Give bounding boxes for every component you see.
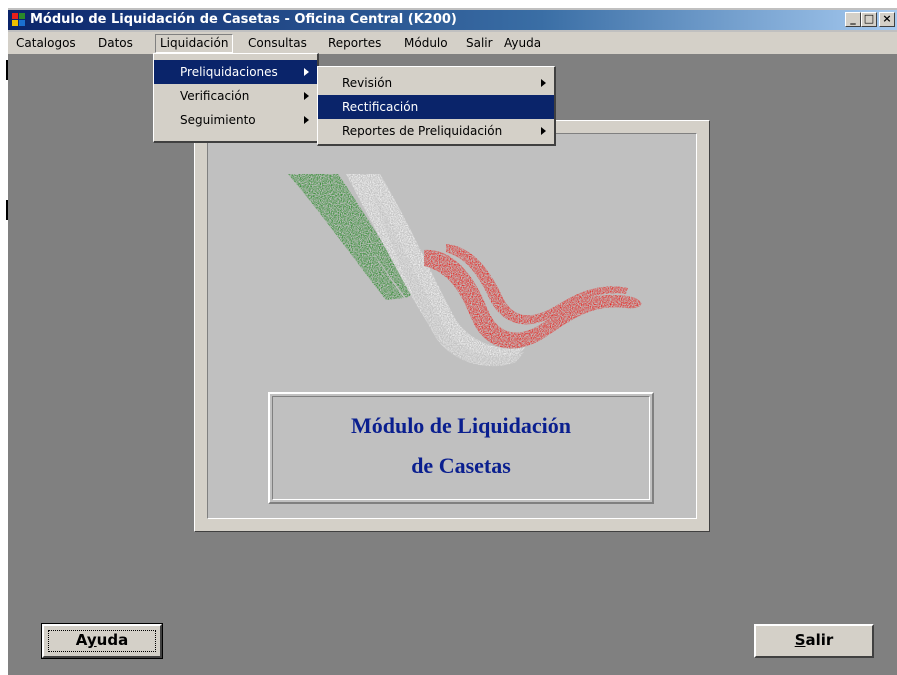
app-window: Módulo de Liquidación de Casetas - Ofici…	[8, 8, 897, 675]
menu-modulo[interactable]: Módulo	[400, 35, 452, 52]
submenu-arrow-icon	[541, 127, 546, 135]
menu-bar: Catalogos Datos Liquidación Consultas Re…	[8, 32, 897, 54]
close-button[interactable]: ×	[879, 12, 895, 27]
menu-item-label: Revisión	[342, 76, 393, 90]
splash-title-box: Módulo de Liquidación de Casetas	[268, 392, 654, 504]
menu-item-revision[interactable]: Revisión	[318, 71, 554, 95]
submenu-arrow-icon	[304, 116, 309, 124]
menu-catalogos[interactable]: Catalogos	[12, 35, 80, 52]
preliquidaciones-submenu: Revisión Rectificación Reportes de Preli…	[317, 66, 556, 146]
menu-item-seguimiento[interactable]: Seguimiento	[154, 108, 317, 132]
ayuda-button[interactable]: Ayuda	[41, 623, 163, 659]
liquidacion-dropdown: Preliquidaciones Verificación Seguimient…	[153, 53, 319, 143]
menu-item-label: Reportes de Preliquidación	[342, 124, 503, 138]
app-icon	[12, 13, 26, 27]
splash-title-line1: Módulo de Liquidación	[350, 413, 572, 438]
menu-datos[interactable]: Datos	[94, 35, 137, 52]
title-bar[interactable]: Módulo de Liquidación de Casetas - Ofici…	[8, 10, 897, 30]
menu-item-reportes-preliquidacion[interactable]: Reportes de Preliquidación	[318, 119, 554, 143]
submenu-arrow-icon	[541, 79, 546, 87]
salir-accel-key: S	[794, 631, 806, 649]
menu-item-label: Seguimiento	[180, 113, 256, 127]
menu-item-verificacion[interactable]: Verificación	[154, 84, 317, 108]
salir-label: alir	[805, 631, 834, 649]
focus-rect	[48, 630, 156, 652]
menu-item-rectificacion[interactable]: Rectificación	[318, 95, 554, 119]
menu-item-label: Rectificación	[342, 100, 419, 114]
menu-reportes[interactable]: Reportes	[324, 35, 385, 52]
window-title: Módulo de Liquidación de Casetas - Ofici…	[30, 12, 457, 27]
menu-salir[interactable]: Salir	[462, 35, 497, 52]
submenu-arrow-icon	[304, 68, 309, 76]
mexico-flag-ribbon-logo	[288, 174, 642, 367]
menu-consultas[interactable]: Consultas	[244, 35, 311, 52]
menu-ayuda[interactable]: Ayuda	[500, 35, 545, 52]
maximize-button[interactable]: □	[861, 12, 877, 27]
menu-item-label: Preliquidaciones	[180, 65, 278, 79]
menu-item-preliquidaciones[interactable]: Preliquidaciones	[154, 60, 317, 84]
splash-panel-inner: Módulo de Liquidación de Casetas	[207, 133, 697, 519]
submenu-arrow-icon	[304, 92, 309, 100]
menu-liquidacion[interactable]: Liquidación	[155, 34, 234, 53]
splash-panel: Módulo de Liquidación de Casetas	[194, 120, 710, 532]
mdi-client-area: Módulo de Liquidación de Casetas Ayuda S…	[8, 54, 897, 675]
splash-title-box-inner: Módulo de Liquidación de Casetas	[272, 396, 650, 500]
salir-button[interactable]: Salir	[754, 624, 874, 658]
splash-title-line2: de Casetas	[411, 453, 511, 478]
menu-item-label: Verificación	[180, 89, 250, 103]
minimize-button[interactable]: _	[845, 12, 861, 27]
